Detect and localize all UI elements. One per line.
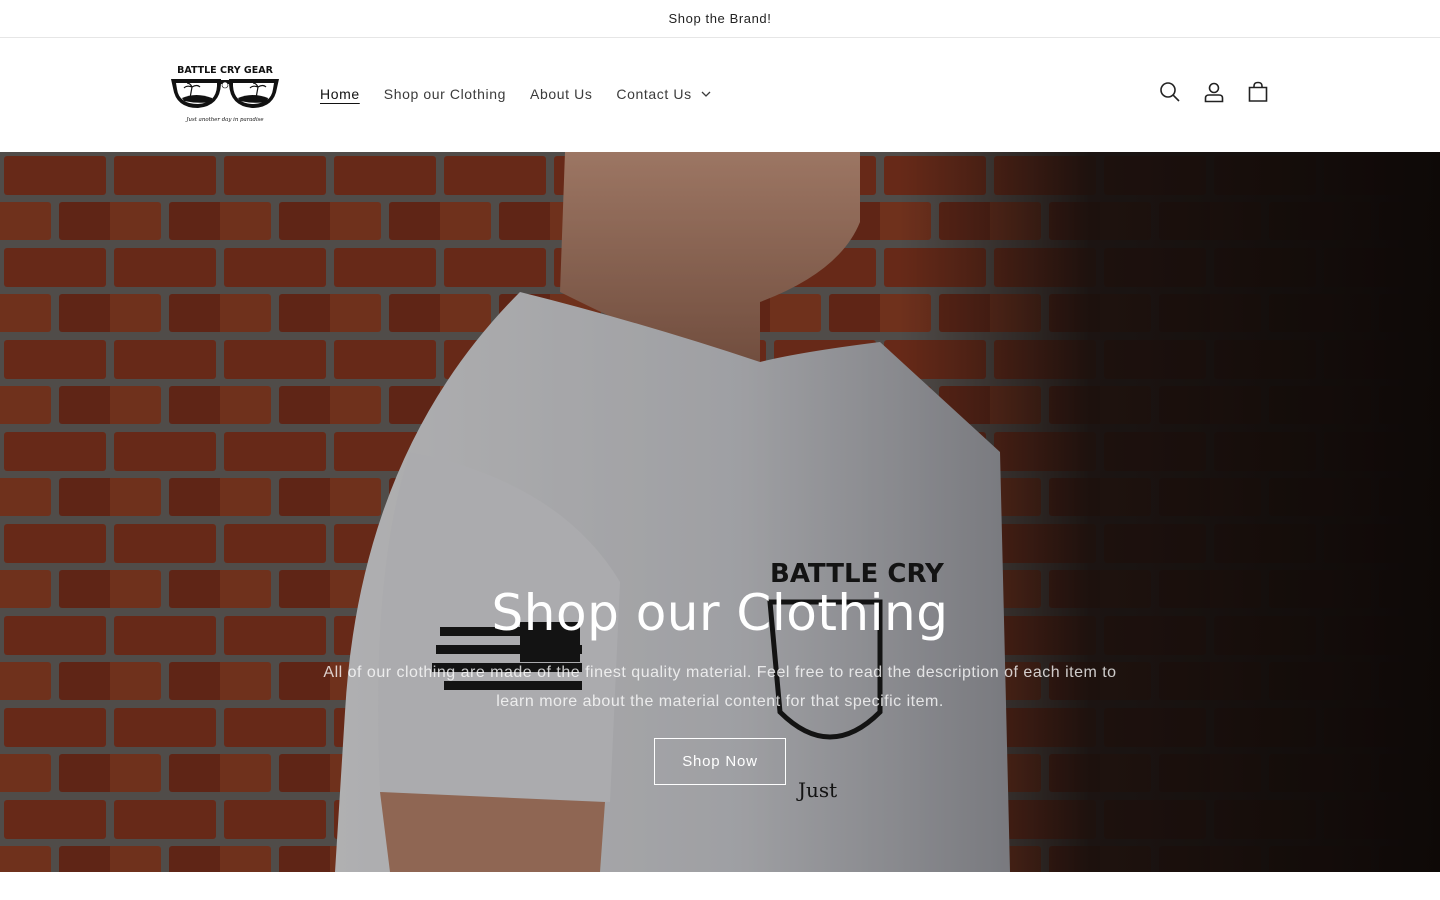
svg-text:Just another day in paradise: Just another day in paradise (185, 117, 263, 123)
search-icon (1160, 82, 1180, 102)
svg-text:BATTLE CRY GEAR: BATTLE CRY GEAR (177, 65, 273, 76)
nav-item-label: Shop our Clothing (383, 86, 507, 102)
hero-title: Shop our Clothing (491, 584, 949, 642)
nav-item-about-us[interactable]: About Us (518, 82, 604, 106)
cart-icon (1248, 81, 1268, 102)
announcement-link[interactable]: Shop the Brand! (669, 11, 772, 26)
cart-button[interactable] (1236, 70, 1280, 114)
chevron-down-icon (701, 91, 711, 97)
brand-logo[interactable]: BATTLE CRY GEAR Just another day in para… (168, 62, 282, 126)
nav-item-label: Contact Us (616, 86, 692, 102)
announcement-bar: Shop the Brand! (0, 0, 1440, 38)
search-button[interactable] (1148, 70, 1192, 114)
nav-item-home[interactable]: Home (308, 82, 372, 106)
hero-banner: BATTLE CRY Just Shop our Clothing All of… (0, 152, 1440, 872)
next-section (0, 872, 1440, 900)
nav-item-contact-us[interactable]: Contact Us (604, 82, 722, 106)
shop-now-button[interactable]: Shop Now (654, 738, 786, 785)
main-nav: Home Shop our Clothing About Us Contact … (308, 82, 723, 106)
account-button[interactable] (1192, 70, 1236, 114)
site-header: BATTLE CRY GEAR Just another day in para… (0, 38, 1440, 152)
nav-item-label: About Us (530, 86, 593, 102)
header-icons (1148, 70, 1280, 114)
hero-description: All of our clothing are made of the fine… (323, 664, 1117, 710)
nav-item-shop-our-clothing[interactable]: Shop our Clothing (372, 82, 518, 106)
hero-content: Shop our Clothing All of our clothing ar… (300, 582, 1140, 785)
nav-item-label: Home (320, 86, 360, 102)
logo-image: BATTLE CRY GEAR Just another day in para… (171, 65, 279, 123)
account-icon (1204, 82, 1224, 103)
